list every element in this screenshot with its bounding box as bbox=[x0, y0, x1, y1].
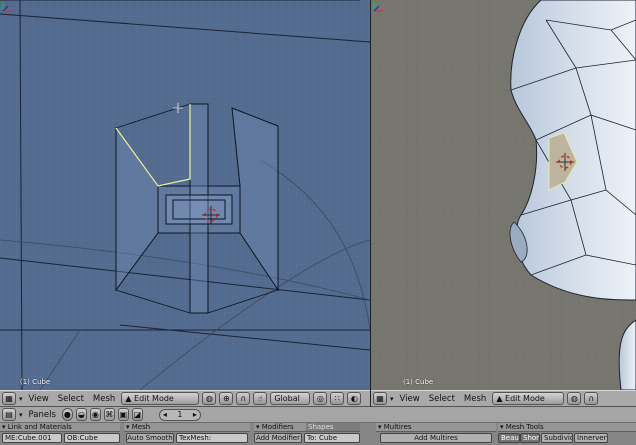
left-viewport-header: ▦ ▾ View Select Mesh ▲ Edit Mode ◍ ⊕ ∩ ☝… bbox=[0, 390, 370, 407]
left-viewport-canvas bbox=[0, 0, 370, 390]
left-3d-viewport[interactable]: (1) Cube bbox=[0, 0, 370, 390]
decrement-arrow-icon[interactable]: ◂ bbox=[163, 410, 167, 419]
add-multires-button[interactable]: Add Multires bbox=[380, 433, 492, 443]
collapse-icon[interactable]: ▾ bbox=[390, 395, 394, 403]
mesh-name-field[interactable]: ME:Cube.001 bbox=[2, 433, 62, 443]
buttons-window-header: ▤ ▾ Panels ● ◒ ◉ ⌘ ▣ ◪ ◂ 1 ▸ bbox=[0, 407, 636, 423]
shading-context-icon[interactable]: ◉ bbox=[89, 408, 101, 421]
menu-mesh[interactable]: Mesh bbox=[461, 394, 489, 404]
layer-icon[interactable]: ∷ bbox=[330, 392, 345, 405]
render-icon[interactable]: ◐ bbox=[347, 392, 362, 405]
menu-mesh[interactable]: Mesh bbox=[90, 394, 118, 404]
logic-context-icon[interactable]: ● bbox=[61, 408, 73, 421]
modifier-target-label: To: Cube bbox=[304, 433, 360, 443]
mode-icon: ▲ bbox=[125, 394, 132, 403]
panel-mesh-tools-title[interactable]: ▾ Mesh Tools bbox=[498, 423, 636, 432]
menu-select[interactable]: Select bbox=[426, 394, 458, 404]
right-viewport-canvas bbox=[371, 0, 636, 390]
collapse-icon[interactable]: ▾ bbox=[19, 411, 23, 419]
panel-mesh-title[interactable]: ▾ Mesh bbox=[124, 423, 250, 432]
object-context-icon[interactable]: ⌘ bbox=[103, 408, 115, 421]
tab-shapes[interactable]: Shapes bbox=[306, 423, 360, 432]
scene-context-icon[interactable]: ◪ bbox=[131, 408, 143, 421]
frame-number-field[interactable]: ◂ 1 ▸ bbox=[158, 408, 201, 421]
editor-type-icon[interactable]: ▤ bbox=[2, 408, 16, 421]
axis-gizmo-icon bbox=[2, 2, 12, 12]
draw-type-icon[interactable]: ◍ bbox=[567, 392, 582, 405]
axis-gizmo-icon bbox=[373, 2, 383, 12]
viewport-object-label: (1) Cube bbox=[403, 378, 434, 386]
orientation-select[interactable]: Global bbox=[270, 392, 311, 405]
mode-select[interactable]: ▲ Edit Mode bbox=[492, 392, 565, 405]
object-name-field[interactable]: OB:Cube bbox=[64, 433, 120, 443]
magnet-icon[interactable]: ∩ bbox=[584, 392, 599, 405]
innervert-button[interactable]: Innervert bbox=[574, 433, 608, 443]
beauty-toggle[interactable]: Beaut bbox=[498, 433, 520, 443]
mode-icon: ▲ bbox=[496, 394, 503, 403]
script-context-icon[interactable]: ◒ bbox=[75, 408, 87, 421]
editor-type-icon[interactable]: ▦ bbox=[2, 392, 16, 405]
proportional-icon[interactable]: ◎ bbox=[313, 392, 328, 405]
editor-type-icon[interactable]: ▦ bbox=[373, 392, 387, 405]
menu-view[interactable]: View bbox=[397, 394, 423, 404]
buttons-panels-row: ▾ Link and Materials ME:Cube.001 OB:Cube… bbox=[0, 423, 636, 445]
panels-label: Panels bbox=[28, 409, 56, 420]
texmesh-field[interactable]: TexMesh: bbox=[176, 433, 248, 443]
editing-context-icon[interactable]: ▣ bbox=[117, 408, 129, 421]
menu-view[interactable]: View bbox=[26, 394, 52, 404]
hand-icon[interactable]: ☝ bbox=[253, 392, 268, 405]
mode-select[interactable]: ▲ Edit Mode bbox=[121, 392, 200, 405]
viewport-object-label: (1) Cube bbox=[20, 378, 51, 386]
magnet-icon[interactable]: ∩ bbox=[236, 392, 251, 405]
menu-select[interactable]: Select bbox=[55, 394, 87, 404]
right-3d-viewport[interactable]: (1) Cube bbox=[371, 0, 636, 390]
draw-type-icon[interactable]: ◍ bbox=[202, 392, 217, 405]
panel-link-materials-title[interactable]: ▾ Link and Materials bbox=[0, 423, 120, 432]
auto-smooth-button[interactable]: Auto Smooth bbox=[126, 433, 174, 443]
increment-arrow-icon[interactable]: ▸ bbox=[193, 410, 197, 419]
short-toggle[interactable]: Short bbox=[520, 433, 540, 443]
subdivide-button[interactable]: Subdivide bbox=[541, 433, 573, 443]
add-modifier-button[interactable]: Add Modifier bbox=[254, 433, 302, 443]
collapse-icon[interactable]: ▾ bbox=[19, 395, 23, 403]
tab-modifiers[interactable]: ▾ Modifiers bbox=[254, 423, 306, 432]
pivot-icon[interactable]: ⊕ bbox=[219, 392, 234, 405]
panel-multires-title[interactable]: ▾ Multires bbox=[376, 423, 496, 432]
right-viewport-header: ▦ ▾ View Select Mesh ▲ Edit Mode ◍ ∩ bbox=[371, 390, 636, 407]
